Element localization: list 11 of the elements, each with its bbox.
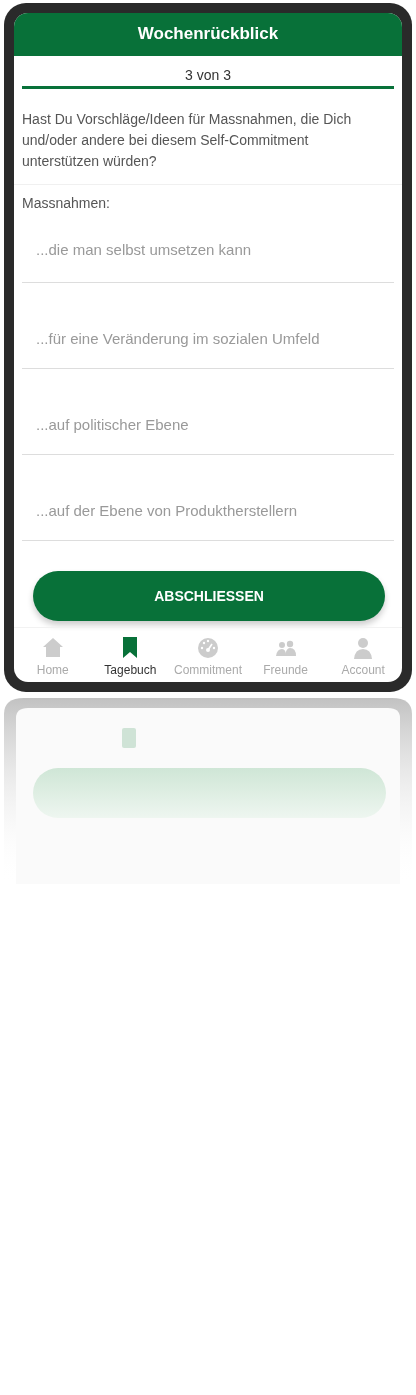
tab[interactable]: Freunde (250, 636, 321, 677)
section-label: Massnahmen: (21, 194, 111, 211)
tab[interactable]: Commitment (173, 636, 243, 677)
tab[interactable]: Tagebuch (95, 636, 166, 677)
question-text: Hast Du Vorschläge/Ideen für Massnahmen, die Dich und/oder andere bei diesem Self-Commitment unterstützen würden? (14, 89, 402, 185)
step-counter: 3 von 3 (184, 67, 232, 83)
gauge-icon (196, 636, 220, 660)
tab[interactable]: Account (328, 636, 399, 677)
header-title: Wochenrückblick (14, 13, 402, 56)
tab[interactable]: Home (17, 636, 88, 677)
finish-button[interactable]: ABSCHLIESSEN (33, 571, 385, 621)
